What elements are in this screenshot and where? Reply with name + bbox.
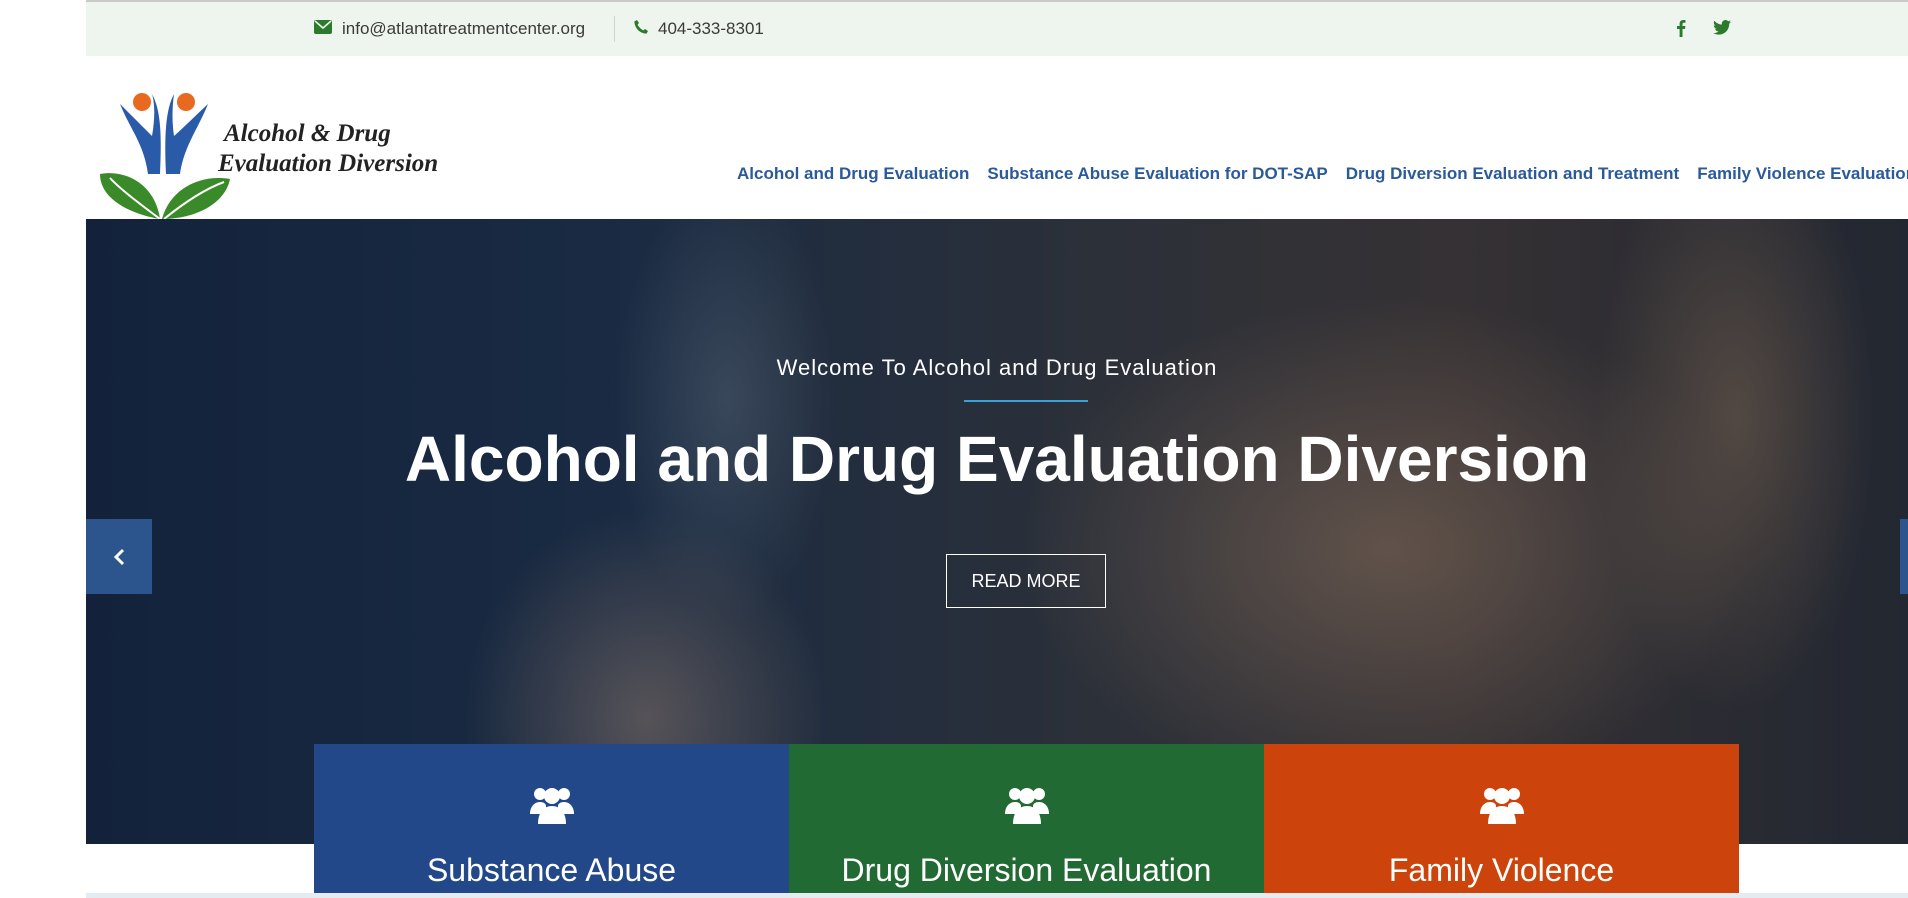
nav-item-alcohol-drug-evaluation[interactable]: Alcohol and Drug Evaluation (737, 164, 969, 184)
hero-headline: Alcohol and Drug Evaluation Diversion (404, 423, 1590, 495)
phone-contact[interactable]: 404-333-8301 (634, 19, 764, 39)
main-nav: Alcohol and Drug Evaluation Substance Ab… (737, 164, 1908, 184)
logo-text-line1: Alcohol & Drug (224, 120, 391, 147)
service-boxes: Substance Abuse Drug Diversion Evaluatio… (314, 744, 1740, 894)
page: info@atlantatreatmentcenter.org 404-333-… (86, 0, 1908, 898)
service-box-drug-diversion[interactable]: Drug Diversion Evaluation (789, 744, 1264, 894)
chevron-left-icon (113, 548, 125, 565)
service-box-substance-abuse[interactable]: Substance Abuse (314, 744, 789, 894)
site-logo[interactable]: Alcohol & Drug Evaluation Diversion (100, 74, 480, 220)
users-icon (789, 784, 1264, 824)
read-more-button[interactable]: READ MORE (946, 554, 1106, 608)
email-contact[interactable]: info@atlantatreatmentcenter.org (314, 19, 585, 39)
nav-item-family-violence[interactable]: Family Violence Evaluation (1697, 164, 1908, 184)
nav-item-drug-diversion[interactable]: Drug Diversion Evaluation and Treatment (1346, 164, 1679, 184)
slider-prev-button[interactable] (86, 519, 152, 594)
hero-divider (964, 400, 1088, 402)
email-text: info@atlantatreatmentcenter.org (342, 19, 586, 38)
service-title: Substance Abuse (426, 852, 677, 888)
nav-item-dot-sap[interactable]: Substance Abuse Evaluation for DOT-SAP (987, 164, 1327, 184)
top-bar: info@atlantatreatmentcenter.org 404-333-… (86, 0, 1908, 56)
phone-icon (634, 19, 648, 39)
left-gutter (0, 0, 86, 898)
hero-subtitle: Welcome To Alcohol and Drug Evaluation (776, 355, 1218, 380)
facebook-icon[interactable] (1676, 19, 1686, 42)
topbar-divider (614, 16, 615, 42)
twitter-icon[interactable] (1713, 19, 1731, 40)
logo-text-line2: Evaluation Diversion (218, 150, 439, 177)
service-title: Family Violence (1388, 852, 1615, 888)
envelope-icon (314, 19, 332, 39)
site-header: Alcohol & Drug Evaluation Diversion Alco… (86, 56, 1908, 220)
users-icon (1264, 784, 1739, 824)
phone-text: 404-333-8301 (658, 19, 764, 38)
slider-next-button[interactable] (1900, 519, 1908, 594)
service-title: Drug Diversion Evaluation (841, 852, 1212, 888)
service-box-family-violence[interactable]: Family Violence (1264, 744, 1739, 894)
logo-emblem-icon (100, 93, 230, 220)
users-icon (314, 784, 789, 824)
bottom-strip (86, 893, 1908, 898)
